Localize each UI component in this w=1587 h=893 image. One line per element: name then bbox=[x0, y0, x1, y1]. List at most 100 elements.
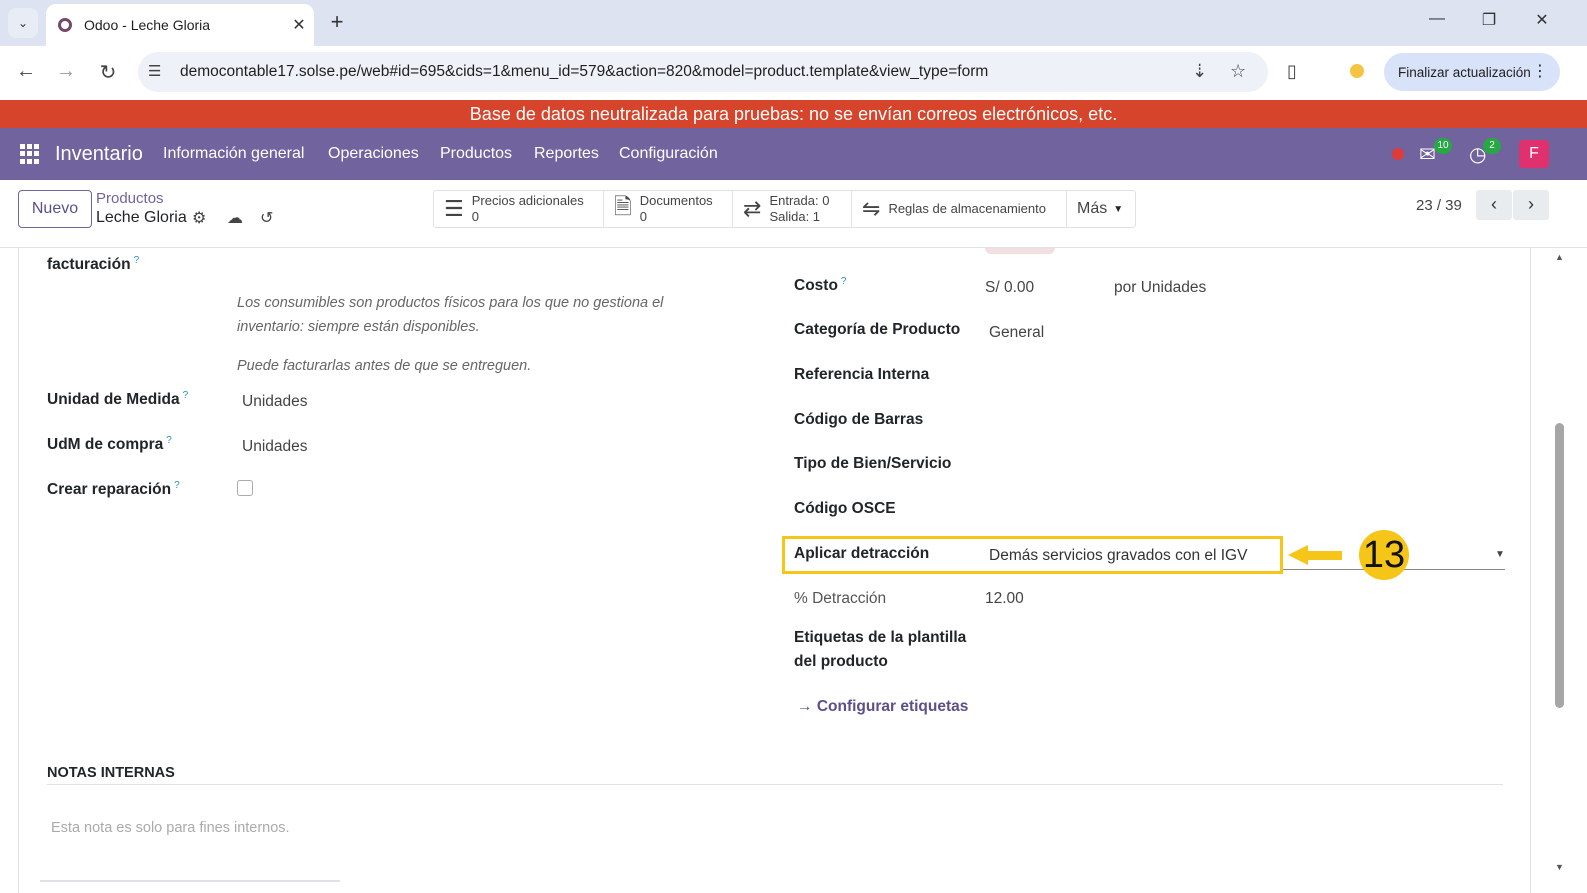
scroll-down-icon[interactable]: ▼ bbox=[1555, 862, 1564, 872]
activities-badge: 2 bbox=[1483, 138, 1501, 154]
window-close-icon[interactable]: ✕ bbox=[1527, 10, 1557, 30]
help-icon[interactable]: ? bbox=[183, 390, 189, 401]
scroll-up-icon[interactable]: ▲ bbox=[1555, 252, 1564, 262]
menu-operaciones[interactable]: Operaciones bbox=[328, 145, 419, 163]
finalizar-label: Finalizar actualización bbox=[1398, 64, 1531, 80]
cost-field[interactable]: S/ 0.00 bbox=[985, 279, 1034, 297]
notes-title: NOTAS INTERNAS bbox=[47, 765, 175, 781]
tab-search-chevron-icon[interactable]: ⌄ bbox=[8, 8, 38, 38]
record-dot-icon[interactable] bbox=[1392, 148, 1404, 160]
document-icon: 🗎 bbox=[614, 194, 632, 219]
browser-toolbar: ← → ↻ ☰ democontable17.solse.pe/web#id=6… bbox=[0, 46, 1587, 100]
pct-detraccion-label: % Detracción bbox=[794, 590, 887, 607]
shuffle-icon: ⇋ bbox=[862, 196, 881, 221]
cost-unit: por Unidades bbox=[1114, 279, 1207, 296]
consumable-hint: Los consumibles son productos físicos pa… bbox=[237, 295, 664, 335]
restore-icon[interactable]: ❐ bbox=[1474, 10, 1504, 30]
bottom-divider bbox=[40, 880, 340, 882]
profile-icon[interactable] bbox=[1350, 64, 1364, 78]
forward-arrow-icon[interactable]: → bbox=[52, 60, 80, 83]
uom-po-field[interactable]: Unidades bbox=[242, 438, 308, 456]
pct-detraccion-value: 12.00 bbox=[985, 590, 1024, 607]
breadcrumb-current: Leche Gloria bbox=[96, 209, 187, 226]
smart-button-reglas[interactable]: ⇋ Reglas de almacenamiento bbox=[852, 191, 1067, 227]
extensions-puzzle-icon[interactable]: ▯ bbox=[1287, 61, 1297, 82]
uom-field[interactable]: Unidades bbox=[242, 393, 308, 411]
category-field[interactable]: General bbox=[989, 324, 1044, 342]
arrow-right-icon: → bbox=[797, 698, 813, 715]
osce-label: Código OSCE bbox=[794, 500, 896, 517]
configurar-etiquetas-link[interactable]: → Configurar etiquetas bbox=[797, 698, 968, 716]
notes-separator bbox=[47, 784, 1503, 785]
uom-po-label: UdM de compra? bbox=[47, 435, 172, 454]
url-text[interactable]: democontable17.solse.pe/web#id=695&cids=… bbox=[180, 63, 988, 81]
pager-value[interactable]: 23 / 39 bbox=[1416, 197, 1462, 214]
sb-precios-label: Precios adicionales bbox=[471, 193, 584, 208]
tipo-bien-label: Tipo de Bien/Servicio bbox=[794, 455, 952, 472]
sb-reglas-label: Reglas de almacenamiento bbox=[888, 201, 1046, 216]
internal-ref-label: Referencia Interna bbox=[794, 366, 930, 383]
clipped-tag-chip bbox=[985, 248, 1055, 254]
smart-button-movimientos[interactable]: ⇄ Entrada: 0 Salida: 1 bbox=[733, 191, 852, 227]
kebab-menu-icon[interactable]: ⋮ bbox=[1532, 61, 1548, 81]
gear-icon[interactable]: ⚙ bbox=[192, 208, 206, 228]
install-app-icon[interactable]: ⇣ bbox=[1192, 61, 1207, 82]
messages-badge: 10 bbox=[1434, 138, 1452, 154]
repair-checkbox[interactable] bbox=[237, 480, 253, 496]
step-number-badge: 13 bbox=[1359, 530, 1409, 580]
menu-configuracion[interactable]: Configuración bbox=[619, 145, 718, 163]
help-icon[interactable]: ? bbox=[841, 276, 847, 287]
internal-notes-input[interactable]: Esta nota es solo para fines internos. bbox=[51, 820, 290, 836]
smart-buttons: ☰ Precios adicionales 0 🗎 Documentos 0 ⇄ E… bbox=[433, 190, 1136, 228]
list-icon: ☰ bbox=[444, 196, 464, 221]
new-button[interactable]: Nuevo bbox=[18, 190, 92, 228]
discard-undo-icon[interactable]: ↺ bbox=[260, 208, 273, 228]
pager-next-button[interactable]: › bbox=[1513, 190, 1549, 220]
pager-previous-button[interactable]: ‹ bbox=[1476, 190, 1512, 220]
control-panel: Nuevo Productos Leche Gloria ⚙ ☁ ↺ ☰ Pre… bbox=[0, 180, 1587, 248]
smart-button-documentos[interactable]: 🗎 Documentos 0 bbox=[604, 191, 733, 227]
bookmark-star-icon[interactable]: ☆ bbox=[1230, 61, 1246, 82]
cloud-save-icon[interactable]: ☁ bbox=[227, 208, 243, 228]
sb-entrada: Entrada: 0 bbox=[769, 193, 830, 208]
app-grid-icon[interactable] bbox=[20, 144, 40, 164]
close-icon[interactable]: ✕ bbox=[284, 15, 314, 35]
highlight-box bbox=[782, 536, 1283, 574]
app-brand[interactable]: Inventario bbox=[55, 143, 143, 166]
select-caret-icon[interactable]: ▼ bbox=[1495, 549, 1505, 560]
smart-button-precios[interactable]: ☰ Precios adicionales 0 bbox=[434, 191, 604, 227]
new-tab-plus-icon[interactable]: + bbox=[324, 9, 350, 35]
menu-productos[interactable]: Productos bbox=[440, 145, 512, 163]
site-settings-icon[interactable]: ☰ bbox=[148, 62, 168, 80]
tags-label-line1: Etiquetas de la plantilla bbox=[794, 629, 967, 646]
pointer-arrow-shaft bbox=[1306, 551, 1342, 560]
sb-documentos-count: 0 bbox=[639, 209, 647, 224]
pointer-arrow-icon bbox=[1288, 545, 1308, 565]
help-icon[interactable]: ? bbox=[166, 435, 172, 446]
user-avatar[interactable]: F bbox=[1519, 140, 1549, 168]
invoice-hint: Puede facturarlas antes de que se entreg… bbox=[237, 358, 532, 374]
finalizar-actualizacion-button[interactable]: Finalizar actualización ⋮ bbox=[1384, 53, 1560, 91]
menu-reportes[interactable]: Reportes bbox=[534, 145, 599, 163]
minimize-icon[interactable]: — bbox=[1422, 10, 1452, 28]
cost-label: Costo? bbox=[794, 276, 847, 295]
address-bar[interactable]: ☰ democontable17.solse.pe/web#id=695&cid… bbox=[138, 52, 1268, 92]
repair-label: Crear reparación? bbox=[47, 480, 180, 499]
back-arrow-icon[interactable]: ← bbox=[12, 60, 40, 83]
tags-label-line2: del producto bbox=[794, 653, 888, 670]
breadcrumb-productos[interactable]: Productos bbox=[96, 190, 164, 207]
odoo-favicon-icon bbox=[58, 18, 72, 32]
tab-title: Odoo - Leche Gloria bbox=[84, 17, 211, 33]
menu-informacion-general[interactable]: Información general bbox=[163, 145, 304, 163]
form-sheet bbox=[18, 248, 1531, 893]
help-icon[interactable]: ? bbox=[174, 480, 180, 491]
browser-tab[interactable]: Odoo - Leche Gloria ✕ bbox=[46, 4, 314, 46]
help-icon[interactable]: ? bbox=[134, 255, 140, 266]
sb-documentos-label: Documentos bbox=[639, 193, 713, 208]
reload-icon[interactable]: ↻ bbox=[94, 60, 122, 85]
scrollbar-thumb[interactable] bbox=[1555, 423, 1564, 708]
facturacion-label: facturación? bbox=[47, 255, 140, 274]
exchange-arrows-icon: ⇄ bbox=[743, 196, 762, 221]
more-dropdown-button[interactable]: Más ▼ bbox=[1067, 191, 1135, 227]
sb-salida: Salida: 1 bbox=[769, 209, 821, 224]
